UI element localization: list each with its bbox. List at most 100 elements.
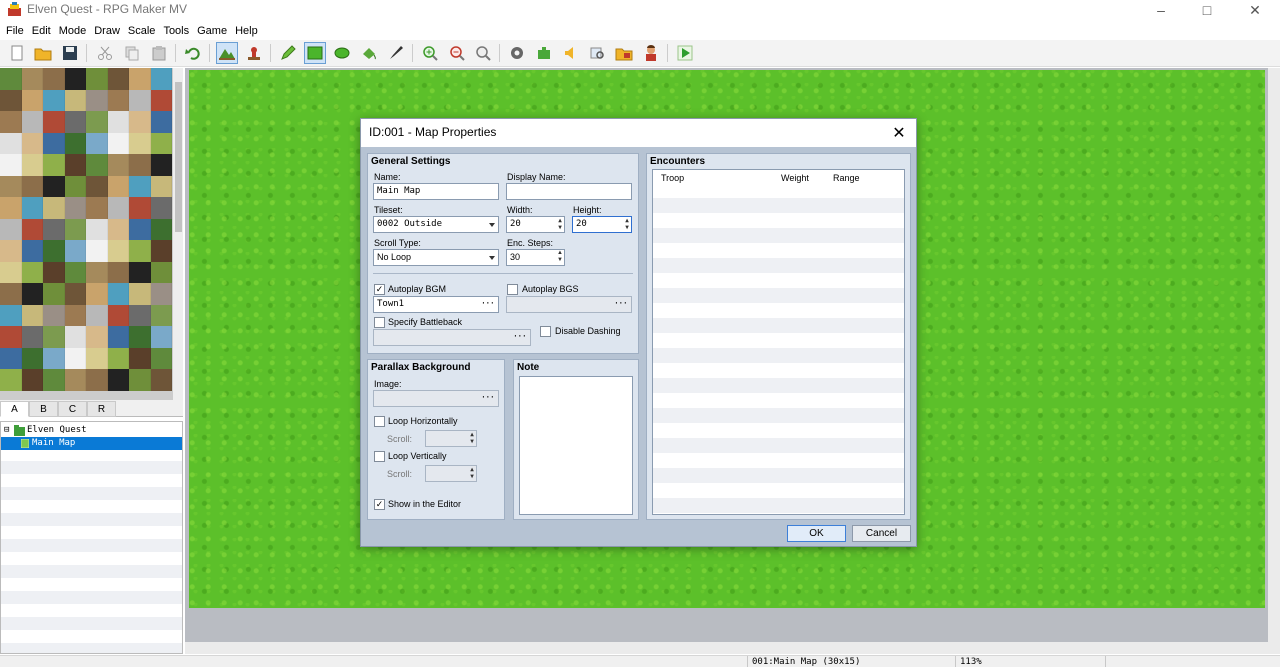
tile-swatch[interactable] — [129, 283, 151, 305]
tree-item-main-map[interactable]: Main Map — [1, 437, 182, 450]
tile-swatch[interactable] — [86, 283, 108, 305]
tile-swatch[interactable] — [21, 304, 43, 326]
tile-swatch[interactable] — [150, 68, 172, 90]
tile-swatch[interactable] — [150, 197, 172, 219]
tile-swatch[interactable] — [86, 154, 108, 176]
tile-swatch[interactable] — [107, 369, 129, 391]
tile-swatch[interactable] — [150, 347, 172, 369]
database-icon[interactable] — [506, 42, 528, 64]
disable-dashing-checkbox[interactable] — [540, 326, 551, 337]
tile-swatch[interactable] — [86, 218, 108, 240]
minimize-icon[interactable]: – — [1138, 0, 1184, 20]
tile-swatch[interactable] — [129, 218, 151, 240]
tile-swatch[interactable] — [107, 197, 129, 219]
collapse-icon[interactable]: ⊟ — [4, 424, 9, 437]
palette-scrollbar[interactable] — [172, 68, 183, 400]
tile-swatch[interactable] — [107, 261, 129, 283]
tile-swatch[interactable] — [129, 347, 151, 369]
tile-swatch[interactable] — [86, 326, 108, 348]
enc-steps-spinbox[interactable]: 30 ▲ ▼ — [506, 249, 565, 266]
map-tree[interactable]: ⊟ Elven Quest Main Map — [0, 421, 183, 654]
event-mode-icon[interactable] — [243, 42, 265, 64]
spin-arrows-icon[interactable]: ▲ ▼ — [623, 217, 631, 232]
tile-swatch[interactable] — [43, 261, 65, 283]
specify-battleback-checkbox[interactable] — [374, 317, 385, 328]
tile-swatch[interactable] — [64, 261, 86, 283]
tile-swatch[interactable] — [107, 132, 129, 154]
encounter-column-weight[interactable]: Weight — [781, 173, 809, 183]
close-icon[interactable]: ✕ — [1232, 0, 1278, 20]
flood-fill-icon[interactable] — [358, 42, 380, 64]
tile-swatch[interactable] — [107, 304, 129, 326]
tile-swatch[interactable] — [21, 111, 43, 133]
tile-swatch[interactable] — [129, 111, 151, 133]
pencil-icon[interactable] — [277, 42, 299, 64]
tile-swatch[interactable] — [21, 154, 43, 176]
loop-vertically-checkbox[interactable] — [374, 451, 385, 462]
tile-swatch[interactable] — [43, 132, 65, 154]
zoom-in-icon[interactable] — [419, 42, 441, 64]
tile-swatch[interactable] — [86, 175, 108, 197]
tile-swatch[interactable] — [21, 326, 43, 348]
encounters-list[interactable]: Troop Weight Range — [652, 169, 905, 515]
tile-swatch[interactable] — [64, 304, 86, 326]
tile-swatch[interactable] — [21, 175, 43, 197]
rectangle-icon[interactable] — [304, 42, 326, 64]
spin-arrows-icon[interactable]: ▲ ▼ — [468, 431, 476, 446]
character-generator-icon[interactable] — [640, 42, 662, 64]
autoplay-bgs-checkbox[interactable] — [507, 284, 518, 295]
tile-swatch[interactable] — [86, 240, 108, 262]
tile-swatch[interactable] — [0, 132, 22, 154]
tile-swatch[interactable] — [21, 369, 43, 391]
tile-swatch[interactable] — [107, 111, 129, 133]
tile-grid[interactable] — [0, 68, 172, 400]
new-project-icon[interactable] — [6, 42, 28, 64]
tile-swatch[interactable] — [64, 218, 86, 240]
menu-file[interactable]: File — [2, 25, 28, 37]
tile-swatch[interactable] — [43, 304, 65, 326]
resource-manager-icon[interactable] — [613, 42, 635, 64]
tile-swatch[interactable] — [64, 197, 86, 219]
save-project-icon[interactable] — [59, 42, 81, 64]
tile-swatch[interactable] — [0, 347, 22, 369]
spin-arrows-icon[interactable]: ▲ ▼ — [556, 217, 564, 232]
tileset-palette[interactable] — [0, 68, 183, 400]
tile-swatch[interactable] — [64, 240, 86, 262]
tile-swatch[interactable] — [43, 175, 65, 197]
tile-swatch[interactable] — [150, 369, 172, 391]
tile-swatch[interactable] — [43, 369, 65, 391]
playtest-icon[interactable] — [674, 42, 696, 64]
tile-swatch[interactable] — [21, 68, 43, 90]
tile-swatch[interactable] — [107, 347, 129, 369]
tile-swatch[interactable] — [107, 218, 129, 240]
tile-swatch[interactable] — [64, 111, 86, 133]
tile-swatch[interactable] — [129, 261, 151, 283]
tile-swatch[interactable] — [0, 261, 22, 283]
tile-swatch[interactable] — [150, 283, 172, 305]
tile-swatch[interactable] — [0, 154, 22, 176]
tile-swatch[interactable] — [0, 369, 22, 391]
open-project-icon[interactable] — [32, 42, 54, 64]
ok-button[interactable]: OK — [787, 525, 846, 542]
cancel-button[interactable]: Cancel — [852, 525, 911, 542]
tile-swatch[interactable] — [129, 132, 151, 154]
tile-swatch[interactable] — [129, 68, 151, 90]
encounter-column-range[interactable]: Range — [833, 173, 860, 183]
tile-swatch[interactable] — [0, 175, 22, 197]
tile-swatch[interactable] — [64, 283, 86, 305]
tile-swatch[interactable] — [107, 154, 129, 176]
ellipse-icon[interactable] — [331, 42, 353, 64]
tile-swatch[interactable] — [129, 326, 151, 348]
tile-swatch[interactable] — [0, 197, 22, 219]
tile-swatch[interactable] — [129, 197, 151, 219]
tile-swatch[interactable] — [150, 175, 172, 197]
copy-icon[interactable] — [121, 42, 143, 64]
tile-swatch[interactable] — [86, 132, 108, 154]
tile-swatch[interactable] — [21, 89, 43, 111]
tile-swatch[interactable] — [21, 197, 43, 219]
maximize-icon[interactable]: □ — [1184, 0, 1230, 20]
tile-swatch[interactable] — [129, 89, 151, 111]
palette-tab-a[interactable]: A — [0, 401, 29, 417]
ellipsis-icon[interactable]: ··· — [614, 297, 628, 312]
tree-item-project[interactable]: ⊟ Elven Quest — [1, 424, 182, 437]
